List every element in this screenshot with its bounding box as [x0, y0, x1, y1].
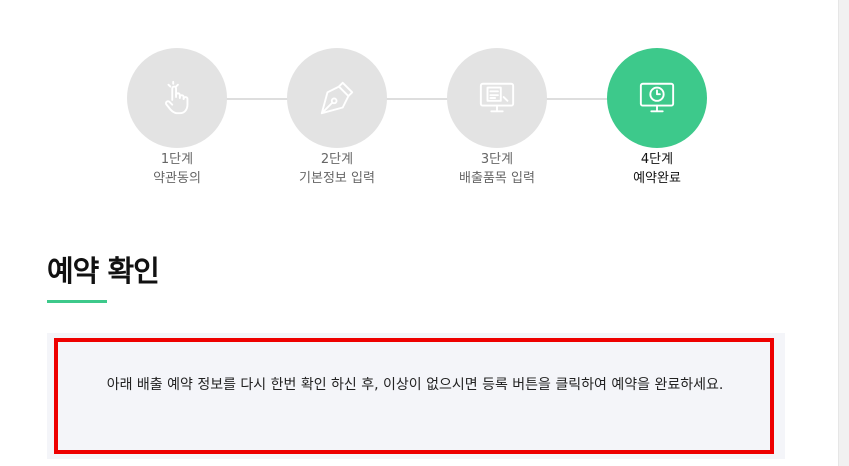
step-1: 1단계 약관동의 [117, 48, 237, 188]
step-1-name: 약관동의 [153, 171, 201, 186]
reservation-page: 1단계 약관동의 2단계 기본정보 입력 3단계 배출품목 입력 4단계 예약완… [0, 0, 849, 466]
step-1-number: 1단계 [160, 152, 194, 167]
step-3: 3단계 배출품목 입력 [437, 48, 557, 188]
touch-hand-icon [165, 80, 189, 115]
pen-nib-icon [320, 81, 354, 115]
step-2-number: 2단계 [320, 152, 354, 167]
step-3-circle [447, 48, 547, 148]
step-4-circle [607, 48, 707, 148]
step-3-number: 3단계 [480, 152, 514, 167]
step-1-circle [127, 48, 227, 148]
step-3-name: 배출품목 입력 [459, 171, 535, 186]
scrollbar[interactable] [838, 0, 849, 466]
step-progress: 1단계 약관동의 2단계 기본정보 입력 3단계 배출품목 입력 4단계 예약완… [0, 0, 840, 200]
monitor-clock-icon [639, 82, 675, 113]
step-4-number: 4단계 [640, 152, 674, 167]
page-title: 예약 확인 [47, 254, 160, 288]
monitor-document-icon [479, 82, 515, 113]
notice-text: 아래 배출 예약 정보를 다시 한번 확인 하신 후, 이상이 없으시면 등록 … [106, 377, 724, 393]
step-2-circle [287, 48, 387, 148]
step-2: 2단계 기본정보 입력 [277, 48, 397, 188]
step-4-name: 예약완료 [633, 171, 681, 186]
step-2-name: 기본정보 입력 [299, 171, 375, 186]
title-underline [47, 300, 107, 303]
step-4: 4단계 예약완료 [597, 48, 717, 188]
